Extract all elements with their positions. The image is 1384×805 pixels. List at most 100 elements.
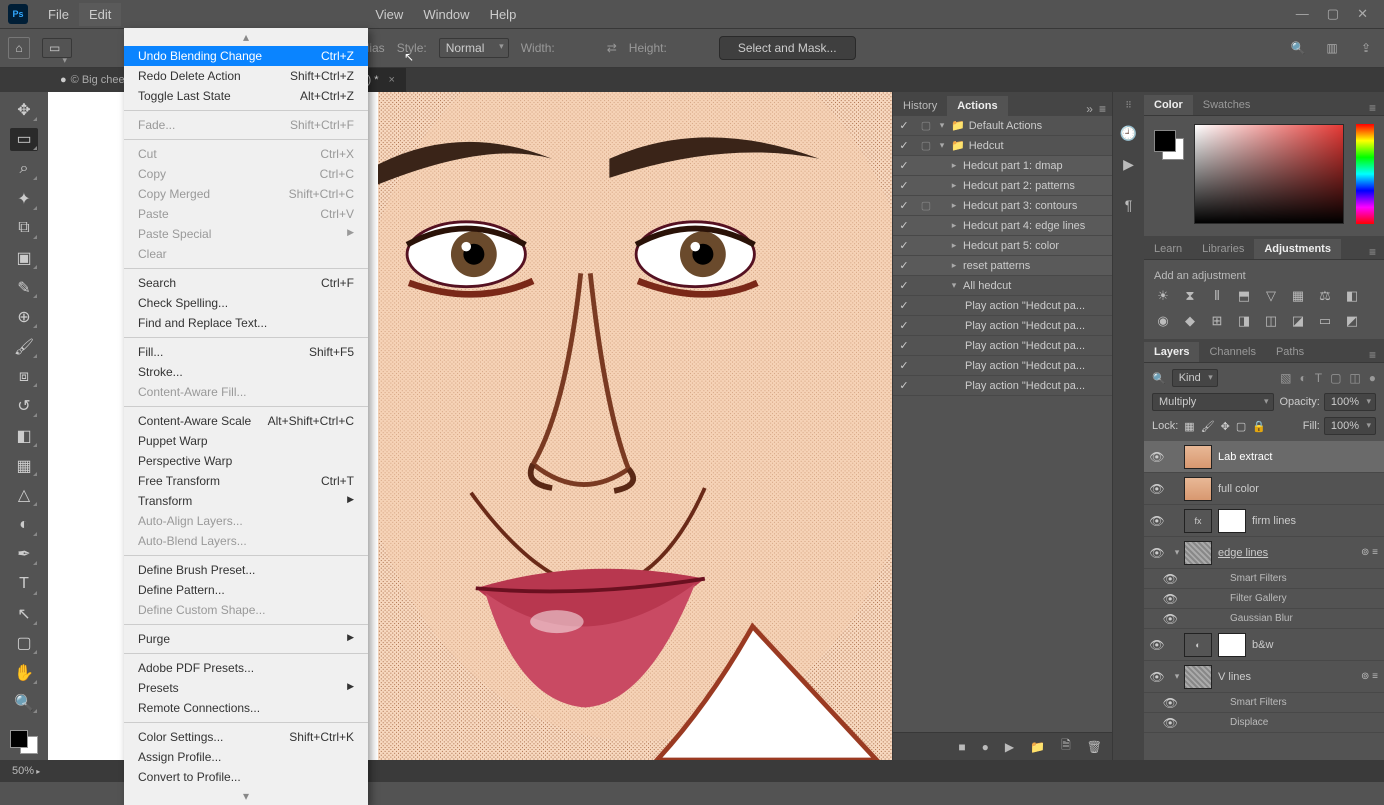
menu-edit[interactable]: Edit: [79, 3, 121, 26]
smart-filter-badge[interactable]: ⊚ ≡: [1361, 547, 1378, 558]
menu-item-undo-blending-change[interactable]: Undo Blending ChangeCtrl+Z↖: [124, 46, 368, 66]
photo-filter-icon[interactable]: ◉: [1154, 313, 1172, 329]
action-row[interactable]: ✓Play action "Hedcut pa...: [893, 376, 1112, 396]
action-row[interactable]: ✓▢▸Hedcut part 3: contours: [893, 196, 1112, 216]
bw-icon[interactable]: ◧: [1343, 288, 1361, 304]
selective-icon[interactable]: ◩: [1343, 313, 1361, 329]
document-tab-0[interactable]: ●© Big chee: [50, 68, 136, 92]
toggle-checkmark[interactable]: ✓: [893, 299, 915, 312]
menu-item-define-pattern-[interactable]: Define Pattern...: [124, 580, 368, 600]
marquee-tool[interactable]: ▭: [10, 128, 38, 152]
record-button[interactable]: ●: [982, 740, 989, 754]
layer-row[interactable]: 👁fxfirm lines: [1144, 505, 1384, 537]
filter-shape-icon[interactable]: ▢: [1330, 371, 1341, 385]
toggle-checkmark[interactable]: ✓: [893, 319, 915, 332]
quick-select-tool[interactable]: ✦: [10, 187, 38, 211]
menu-item-fill-[interactable]: Fill...Shift+F5: [124, 342, 368, 362]
scroll-down-arrow[interactable]: ▾: [124, 787, 368, 805]
visibility-toggle[interactable]: 👁: [1144, 482, 1170, 496]
toggle-checkmark[interactable]: ✓: [893, 379, 915, 392]
hand-tool[interactable]: ✋: [10, 661, 38, 685]
filter-smart-icon[interactable]: ◫: [1349, 371, 1360, 385]
marquee-preset-dropdown[interactable]: ▭: [42, 38, 72, 58]
stamp-tool[interactable]: ⧈: [10, 365, 38, 389]
crop-tool[interactable]: ⧉: [10, 217, 38, 241]
color-panel-menu[interactable]: ≡: [1361, 101, 1384, 115]
history-tab[interactable]: History: [893, 96, 947, 116]
opacity-input[interactable]: 100%: [1324, 393, 1376, 411]
dialog-toggle[interactable]: ▢: [915, 119, 937, 132]
menu-item-define-brush-preset-[interactable]: Define Brush Preset...: [124, 560, 368, 580]
smart-filter-row[interactable]: 👁Smart Filters: [1144, 693, 1384, 713]
toggle-checkmark[interactable]: ✓: [893, 199, 915, 212]
path-select-tool[interactable]: ↖: [10, 602, 38, 626]
action-row[interactable]: ✓▾All hedcut: [893, 276, 1112, 296]
visibility-toggle[interactable]: 👁: [1144, 716, 1184, 730]
action-row[interactable]: ✓▢▾📁Hedcut: [893, 136, 1112, 156]
hue-slider[interactable]: [1356, 124, 1374, 224]
menu-item-convert-to-profile-[interactable]: Convert to Profile...: [124, 767, 368, 787]
action-row[interactable]: ✓▸Hedcut part 4: edge lines: [893, 216, 1112, 236]
actions-tab[interactable]: Actions: [947, 96, 1007, 116]
eraser-tool[interactable]: ◧: [10, 424, 38, 448]
play-icon[interactable]: ▶: [1123, 156, 1134, 173]
menu-item-check-spelling-[interactable]: Check Spelling...: [124, 293, 368, 313]
select-and-mask-button[interactable]: Select and Mask...: [719, 36, 856, 60]
minimize-button[interactable]: —: [1296, 6, 1309, 22]
foreground-color[interactable]: [1154, 130, 1176, 152]
search-icon[interactable]: 🔍: [1288, 38, 1308, 58]
channels-tab[interactable]: Channels: [1199, 342, 1265, 362]
paragraph-icon[interactable]: ¶: [1125, 197, 1133, 213]
action-row[interactable]: ✓▸Hedcut part 1: dmap: [893, 156, 1112, 176]
smart-filter-badge[interactable]: ⊚ ≡: [1361, 671, 1378, 682]
rectangle-tool[interactable]: ▢: [10, 632, 38, 656]
balance-icon[interactable]: ⚖: [1316, 288, 1334, 304]
home-button[interactable]: ⌂: [8, 37, 30, 59]
levels-icon[interactable]: ⧗: [1181, 288, 1199, 304]
fill-input[interactable]: 100%: [1324, 417, 1376, 435]
paths-tab[interactable]: Paths: [1266, 342, 1314, 362]
menu-item-assign-profile-[interactable]: Assign Profile...: [124, 747, 368, 767]
filter-kind-dropdown[interactable]: Kind: [1172, 369, 1218, 387]
lock-all-icon[interactable]: 🔒: [1252, 420, 1266, 433]
adjustments-panel-menu[interactable]: ≡: [1361, 245, 1384, 259]
action-row[interactable]: ✓Play action "Hedcut pa...: [893, 336, 1112, 356]
dodge-tool[interactable]: ◐: [10, 513, 38, 537]
invert-icon[interactable]: ◨: [1235, 313, 1253, 329]
swap-icon[interactable]: ⇄: [607, 41, 617, 55]
layer-row[interactable]: 👁Lab extract: [1144, 441, 1384, 473]
toggle-checkmark[interactable]: ✓: [893, 279, 915, 292]
toggle-checkmark[interactable]: ✓: [893, 219, 915, 232]
menu-item-search[interactable]: SearchCtrl+F: [124, 273, 368, 293]
color-field[interactable]: [1194, 124, 1344, 224]
menu-item-stroke-[interactable]: Stroke...: [124, 362, 368, 382]
color-picker-tool[interactable]: [10, 730, 38, 754]
toggle-checkmark[interactable]: ✓: [893, 119, 915, 132]
brush-tool[interactable]: 🖌: [10, 335, 38, 359]
action-row[interactable]: ✓▸Hedcut part 2: patterns: [893, 176, 1112, 196]
menu-view[interactable]: View: [365, 3, 413, 26]
filter-pixel-icon[interactable]: ▧: [1280, 371, 1291, 385]
lock-brush-icon[interactable]: 🖌: [1201, 420, 1215, 433]
visibility-toggle[interactable]: 👁: [1144, 572, 1184, 586]
brightness-icon[interactable]: ☀: [1154, 288, 1172, 304]
layer-thumbnail[interactable]: ◐: [1184, 633, 1212, 657]
toggle-checkmark[interactable]: ✓: [893, 139, 915, 152]
gradient-tool[interactable]: ▦: [10, 454, 38, 478]
toggle-checkmark[interactable]: ✓: [893, 239, 915, 252]
dialog-toggle[interactable]: ▢: [915, 199, 937, 212]
color-tab[interactable]: Color: [1144, 95, 1193, 115]
lock-pixels-icon[interactable]: ▦: [1184, 420, 1194, 433]
new-action-button[interactable]: 🗎: [1061, 736, 1071, 757]
layer-row[interactable]: 👁◐b&w: [1144, 629, 1384, 661]
color-swatch-pair[interactable]: [1154, 130, 1184, 160]
visibility-toggle[interactable]: 👁: [1144, 670, 1170, 684]
close-button[interactable]: ✕: [1357, 6, 1368, 22]
workspace-grid-icon[interactable]: ▥: [1322, 38, 1342, 58]
lasso-tool[interactable]: ⌕: [10, 157, 38, 181]
panel-menu-icon[interactable]: ≡: [1099, 102, 1106, 116]
collapse-icon[interactable]: »: [1086, 102, 1093, 116]
threshold-icon[interactable]: ◪: [1289, 313, 1307, 329]
scroll-up-arrow[interactable]: ▴: [124, 28, 368, 46]
play-button[interactable]: ▶: [1005, 740, 1014, 754]
